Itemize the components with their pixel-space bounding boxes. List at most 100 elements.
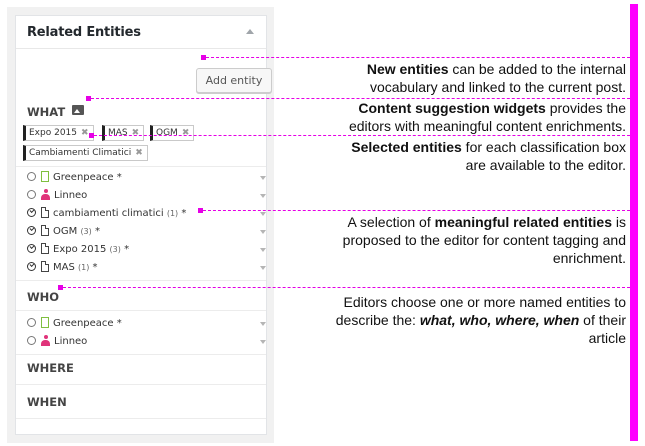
related-entities-box: Related Entities Add entity WHAT Expo 20…: [15, 15, 272, 435]
entity-count: (3): [109, 245, 121, 254]
note-text: are available to the editor.: [465, 157, 626, 173]
selected-tag: Cambiamenti Climatici ✖: [23, 145, 148, 161]
tag-label: Expo 2015: [29, 128, 77, 138]
tag-remove-icon[interactable]: ✖: [81, 128, 89, 138]
document-icon: [41, 206, 49, 218]
section-label-where: WHERE: [27, 361, 74, 375]
selected-tag: OGM ✖: [150, 125, 195, 141]
radio-icon[interactable]: [27, 317, 36, 327]
note-bold: meaningful related entities: [434, 214, 612, 230]
entity-row[interactable]: Linneo: [27, 188, 272, 204]
organization-icon: [41, 316, 49, 328]
note-text: A selection of: [347, 214, 435, 230]
note-text: of their: [579, 312, 626, 328]
checked-circle-icon[interactable]: [27, 261, 36, 271]
entity-name: cambiamenti climatici: [53, 208, 164, 219]
box-title: Related Entities: [27, 25, 141, 40]
note-text: editors with meaningful content enrichme…: [348, 118, 626, 134]
tag-remove-icon[interactable]: ✖: [135, 148, 143, 158]
note-editors-choose: Editors choose one or more named entitie…: [336, 293, 626, 347]
sidebar-panel: Related Entities Add entity WHAT Expo 20…: [7, 7, 274, 443]
leader-line: [63, 287, 630, 288]
entity-row[interactable]: Greenpeace *: [27, 170, 272, 186]
note-bold: what, who, where, when: [419, 312, 580, 328]
entity-name: Linneo: [54, 336, 88, 347]
note-text: enrichment.: [552, 250, 626, 266]
chevron-down-icon[interactable]: [260, 266, 266, 270]
chevron-down-icon[interactable]: [260, 322, 266, 326]
document-icon: [41, 260, 49, 272]
section-label-when: WHEN: [27, 395, 67, 409]
tag-remove-icon[interactable]: ✖: [182, 128, 190, 138]
leader-line: [94, 135, 630, 136]
radio-icon[interactable]: [27, 189, 36, 199]
entity-count: (1): [166, 209, 179, 218]
note-text: describe the:: [335, 312, 420, 328]
entity-row[interactable]: Linneo: [27, 334, 272, 350]
note-bold: New entities: [366, 61, 449, 77]
entity-count: (1): [78, 263, 90, 272]
selected-tag: MAS ✖: [102, 125, 145, 141]
checked-circle-icon[interactable]: [27, 225, 36, 235]
radio-icon[interactable]: [27, 171, 36, 181]
divider: [16, 354, 266, 355]
entity-name: MAS: [53, 262, 75, 273]
note-bold: Content suggestion widgets: [358, 100, 546, 116]
entity-star: *: [116, 318, 122, 329]
entity-star: *: [92, 262, 98, 273]
collapse-arrow-icon[interactable]: [246, 29, 254, 34]
accent-bar: [630, 4, 638, 441]
person-icon: [41, 334, 50, 346]
image-icon[interactable]: [72, 105, 84, 115]
divider: [16, 418, 266, 419]
box-header[interactable]: Related Entities: [16, 16, 266, 49]
note-new-entities: New entities can be added to the interna…: [367, 60, 626, 96]
tag-label: Cambiamenti Climatici: [29, 148, 132, 158]
note-text: for each classification box: [461, 139, 626, 155]
tag-remove-icon[interactable]: ✖: [132, 128, 140, 138]
chevron-down-icon[interactable]: [260, 176, 266, 180]
checked-circle-icon[interactable]: [27, 243, 36, 253]
entity-star: *: [94, 226, 100, 237]
document-icon: [41, 224, 49, 236]
entity-row[interactable]: MAS (1) *: [27, 260, 272, 276]
entity-name: OGM: [53, 226, 78, 237]
add-entity-button[interactable]: Add entity: [196, 68, 272, 93]
radio-icon[interactable]: [27, 335, 36, 345]
chevron-down-icon[interactable]: [260, 340, 266, 344]
note-text: is: [612, 214, 626, 230]
section-label-who: WHO: [27, 290, 60, 304]
entity-row[interactable]: OGM (3) *: [27, 224, 272, 240]
entity-name: Expo 2015: [53, 244, 107, 255]
leader-line: [203, 210, 630, 211]
note-related-entities: A selection of meaningful related entiti…: [343, 213, 626, 267]
checked-circle-icon[interactable]: [27, 207, 36, 217]
note-text: proposed to the editor for content taggi…: [342, 232, 626, 248]
entity-row[interactable]: Expo 2015 (3) *: [27, 242, 272, 258]
entity-row[interactable]: cambiamenti climatici (1) *: [27, 206, 272, 222]
section-label-what: WHAT: [27, 105, 66, 119]
entity-name: Greenpeace: [53, 318, 114, 329]
entity-row[interactable]: Greenpeace *: [27, 316, 272, 332]
leader-line: [206, 57, 630, 58]
entity-name: Linneo: [54, 190, 88, 201]
chevron-down-icon[interactable]: [260, 248, 266, 252]
tag-label: MAS: [108, 128, 128, 138]
entity-count: (3): [80, 227, 92, 236]
entity-star: *: [124, 244, 130, 255]
divider: [16, 166, 266, 167]
chevron-down-icon[interactable]: [260, 212, 266, 216]
entity-star: *: [116, 172, 122, 183]
chevron-down-icon[interactable]: [260, 230, 266, 234]
note-text: Editors choose one or more named entitie…: [343, 294, 627, 310]
note-text: provides the: [545, 100, 626, 116]
note-selected-entities: Selected entities for each classificatio…: [351, 138, 626, 174]
note-text: can be added to the internal: [448, 61, 626, 77]
note-text: article: [588, 330, 626, 346]
selected-tag: Expo 2015 ✖: [23, 125, 94, 141]
chevron-down-icon[interactable]: [260, 194, 266, 198]
organization-icon: [41, 170, 49, 182]
tag-label: OGM: [156, 128, 178, 138]
note-bold: Selected entities: [351, 139, 462, 155]
entity-name: Greenpeace: [53, 172, 114, 183]
